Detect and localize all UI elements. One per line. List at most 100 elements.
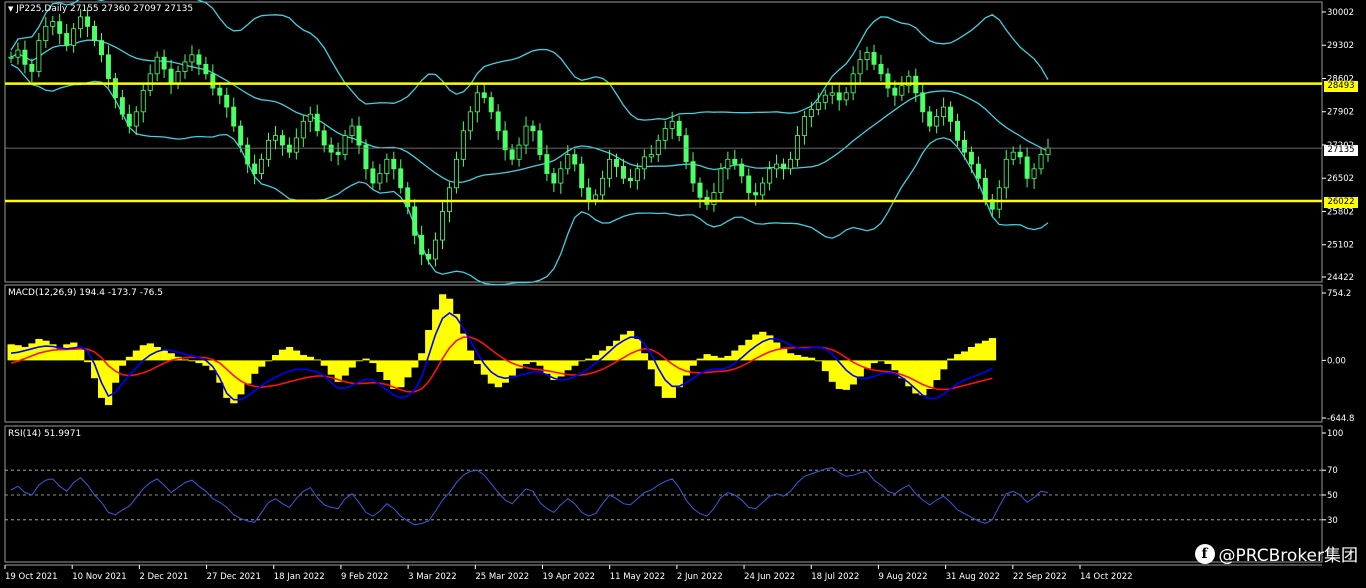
candle-body — [126, 113, 132, 127]
candle-body — [1024, 156, 1030, 179]
candle-body — [614, 158, 619, 167]
macd-histogram-bar — [63, 344, 71, 361]
macd-histogram-bar — [285, 346, 294, 361]
macd-histogram-bar — [404, 360, 412, 378]
candle-body — [29, 63, 35, 72]
candle-body — [878, 63, 884, 75]
candle-body — [718, 168, 724, 193]
candle-body — [433, 239, 439, 260]
candle-body — [551, 173, 557, 184]
macd-histogram-bar — [940, 360, 948, 370]
candle-body — [641, 156, 647, 170]
candle-body — [767, 168, 773, 184]
candle-body — [725, 158, 731, 170]
candle-body — [259, 158, 265, 174]
candle-body — [544, 154, 550, 174]
macd-histogram-bar — [891, 360, 899, 371]
candle-body — [272, 135, 278, 141]
macd-histogram-bar — [842, 360, 850, 390]
macd-histogram-bar — [160, 349, 168, 361]
macd-histogram-bar — [981, 340, 990, 361]
candle-body — [398, 168, 404, 189]
candle-body — [196, 54, 202, 65]
macd-histogram-bar — [856, 360, 864, 377]
candle-body — [655, 139, 661, 155]
candle-body — [147, 73, 153, 91]
price-tick-label: 25102 — [1327, 241, 1354, 251]
candle-body — [391, 158, 397, 170]
candle-body — [781, 163, 787, 170]
macd-histogram-bar — [793, 355, 802, 361]
time-axis-label: 19 Oct 2021 — [5, 572, 58, 582]
candle-body — [266, 139, 271, 160]
candle-body — [22, 49, 28, 65]
candle-body — [474, 92, 480, 113]
candle-body — [370, 168, 376, 184]
time-axis-label: 10 Nov 2021 — [72, 572, 126, 582]
candle-body — [419, 234, 425, 255]
price-tick-label: 30002 — [1327, 8, 1354, 18]
level-tag-upper: 28493 — [1324, 81, 1358, 92]
macd-histogram-bar — [473, 360, 482, 364]
candle-body — [1045, 147, 1051, 155]
candle-body — [565, 154, 571, 170]
candle-body — [252, 163, 258, 174]
candle-body — [662, 128, 668, 141]
macd-histogram-bar — [299, 355, 308, 361]
candle-body — [941, 106, 947, 117]
candle-body — [927, 111, 933, 127]
macd-histogram-bar — [397, 360, 405, 388]
candle-body — [815, 101, 821, 110]
macd-histogram-bar — [348, 360, 356, 368]
price-tick-label: 26502 — [1327, 174, 1354, 184]
macd-histogram-bar — [585, 358, 593, 361]
candle-body — [182, 61, 188, 72]
candle-body — [760, 182, 766, 196]
macd-histogram-bar — [195, 360, 203, 364]
rsi-line — [10, 467, 1049, 526]
candle-body — [669, 120, 675, 129]
time-axis-label: 18 Jul 2022 — [811, 572, 859, 582]
time-axis-label: 3 Mar 2022 — [408, 572, 456, 582]
candle-body — [440, 211, 445, 241]
candle-body — [801, 116, 807, 136]
candle-body — [509, 149, 515, 160]
level-tag-lower: 26022 — [1324, 197, 1358, 208]
price-panel-title: ▼ JP225,Daily 27155 27360 27097 27135 — [8, 4, 193, 14]
candle-body — [328, 144, 334, 153]
candle-body — [314, 113, 320, 132]
candle-body — [808, 109, 814, 117]
time-axis-label: 31 Aug 2022 — [946, 572, 1000, 582]
macd-histogram-bar — [703, 354, 711, 361]
candle-body — [739, 163, 745, 177]
chart-canvas: 3000229302286022790227202265022580225102… — [4, 0, 1354, 582]
time-axis-label: 2 Jun 2022 — [677, 572, 723, 582]
price-tick-label: 27902 — [1327, 108, 1354, 118]
panel-menu-triangle-icon[interactable]: ▼ — [8, 5, 13, 13]
candle-body — [634, 168, 640, 182]
candle-body — [15, 49, 21, 58]
macd-histogram-bar — [947, 358, 955, 361]
candle-body — [648, 154, 654, 158]
candle-body — [948, 106, 954, 122]
candle-body — [321, 130, 327, 146]
macd-histogram-bar — [320, 360, 328, 366]
candle-body — [982, 177, 988, 201]
candle-body — [1038, 154, 1044, 170]
current-price-tag: 27135 — [1324, 145, 1358, 156]
candle-body — [934, 116, 940, 127]
rsi-panel-title: RSI(14) 51.9971 — [8, 429, 82, 439]
candle-body — [307, 113, 313, 122]
time-axis-label: 14 Oct 2022 — [1080, 572, 1133, 582]
candle-body — [516, 144, 522, 160]
panel-border-2 — [4, 284, 1323, 423]
candle-body — [224, 94, 230, 108]
macd-histogram-bar — [313, 359, 322, 361]
watermark-text: @PRCBroker集团 — [1218, 546, 1358, 566]
macd-histogram-bar — [675, 360, 683, 388]
candle-body — [794, 135, 800, 160]
candle-body — [961, 139, 967, 153]
candle-body — [133, 111, 139, 127]
candle-body — [363, 144, 369, 170]
candle-body — [279, 135, 285, 146]
